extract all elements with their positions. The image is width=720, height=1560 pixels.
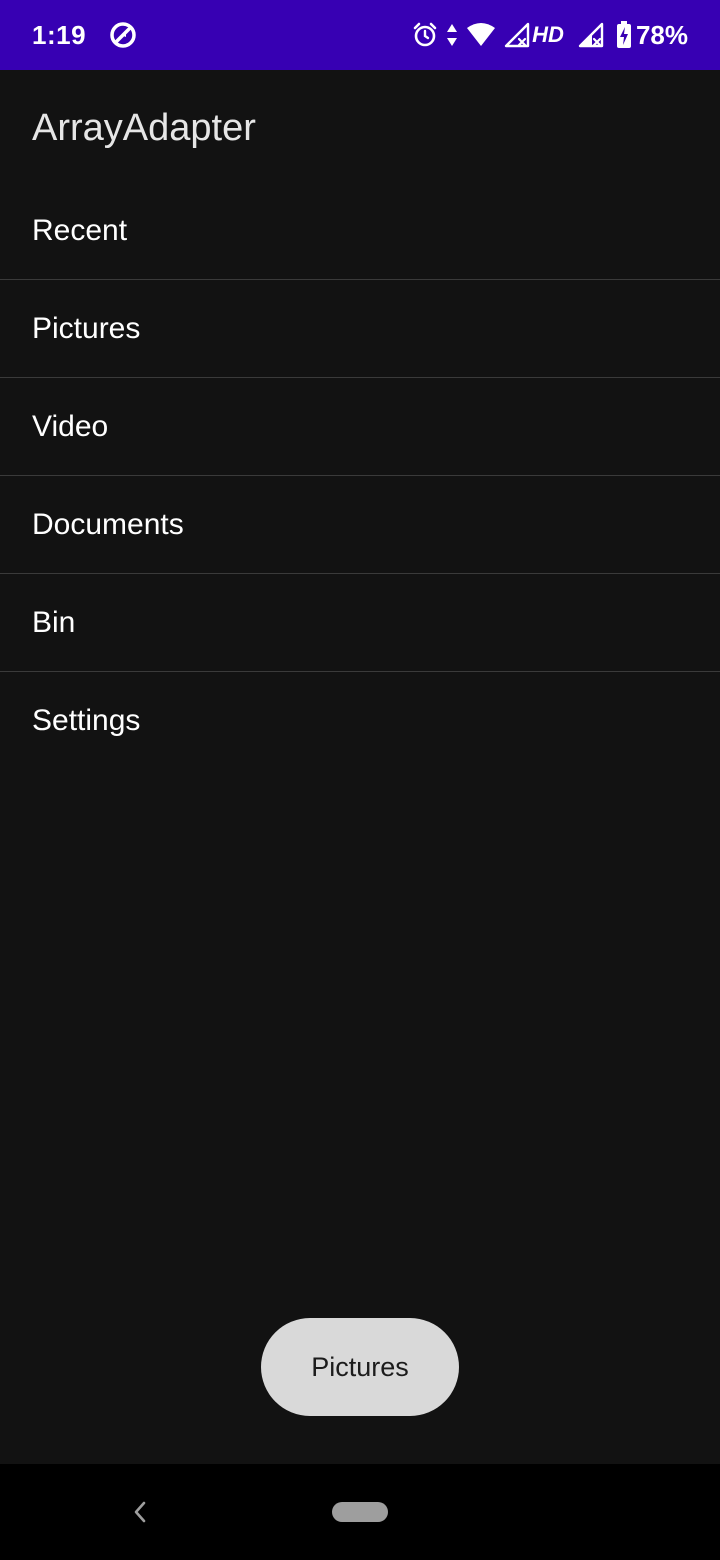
back-icon[interactable]	[126, 1498, 154, 1526]
wifi-icon: 4	[466, 22, 496, 48]
list-item-pictures[interactable]: Pictures	[0, 280, 720, 378]
data-arrows-icon	[446, 22, 458, 48]
signal-icon	[578, 22, 604, 48]
hd-label: HD	[532, 22, 564, 47]
svg-text:4: 4	[486, 34, 494, 47]
toast-message: Pictures	[261, 1318, 459, 1416]
home-pill-icon[interactable]	[332, 1502, 388, 1522]
toast-text: Pictures	[311, 1351, 409, 1382]
list-item-bin[interactable]: Bin	[0, 574, 720, 672]
data-saver-icon	[108, 20, 138, 50]
status-right: 4 HD 78%	[404, 20, 688, 51]
signal-icon	[504, 22, 530, 48]
app-title: ArrayAdapter	[32, 107, 256, 149]
list-item-recent[interactable]: Recent	[0, 182, 720, 280]
list-item-video[interactable]: Video	[0, 378, 720, 476]
array-list: Recent Pictures Video Documents Bin Sett…	[0, 182, 720, 769]
status-bar: 1:19 4 HD 78%	[0, 0, 720, 70]
list-item-settings[interactable]: Settings	[0, 672, 720, 769]
status-left: 1:19	[32, 20, 138, 51]
navigation-bar	[0, 1464, 720, 1560]
list-item-documents[interactable]: Documents	[0, 476, 720, 574]
battery-percent: 78%	[635, 19, 688, 50]
alarm-icon	[412, 22, 438, 48]
status-time: 1:19	[32, 19, 87, 50]
battery-charging-icon	[616, 21, 632, 49]
